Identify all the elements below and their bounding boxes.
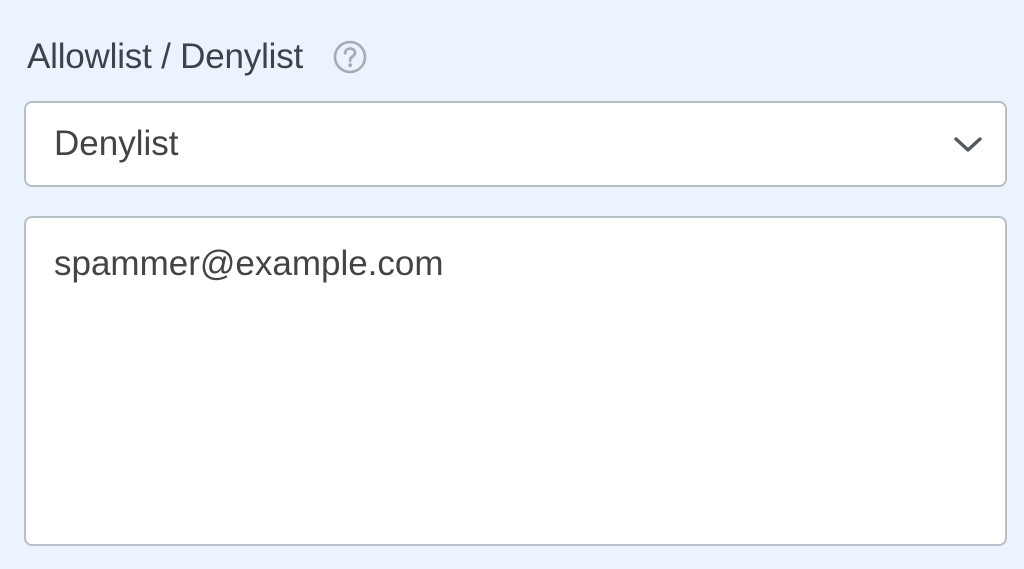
field-header: Allowlist / Denylist [27,36,367,78]
list-type-select[interactable]: Denylist [24,101,1007,187]
email-list-textarea[interactable]: spammer@example.com [24,216,1007,546]
chevron-down-icon [953,133,983,155]
question-circle-icon[interactable] [333,40,367,74]
email-list-value: spammer@example.com [54,244,444,283]
list-type-selected-value: Denylist [54,124,179,163]
field-label: Allowlist / Denylist [27,37,304,76]
